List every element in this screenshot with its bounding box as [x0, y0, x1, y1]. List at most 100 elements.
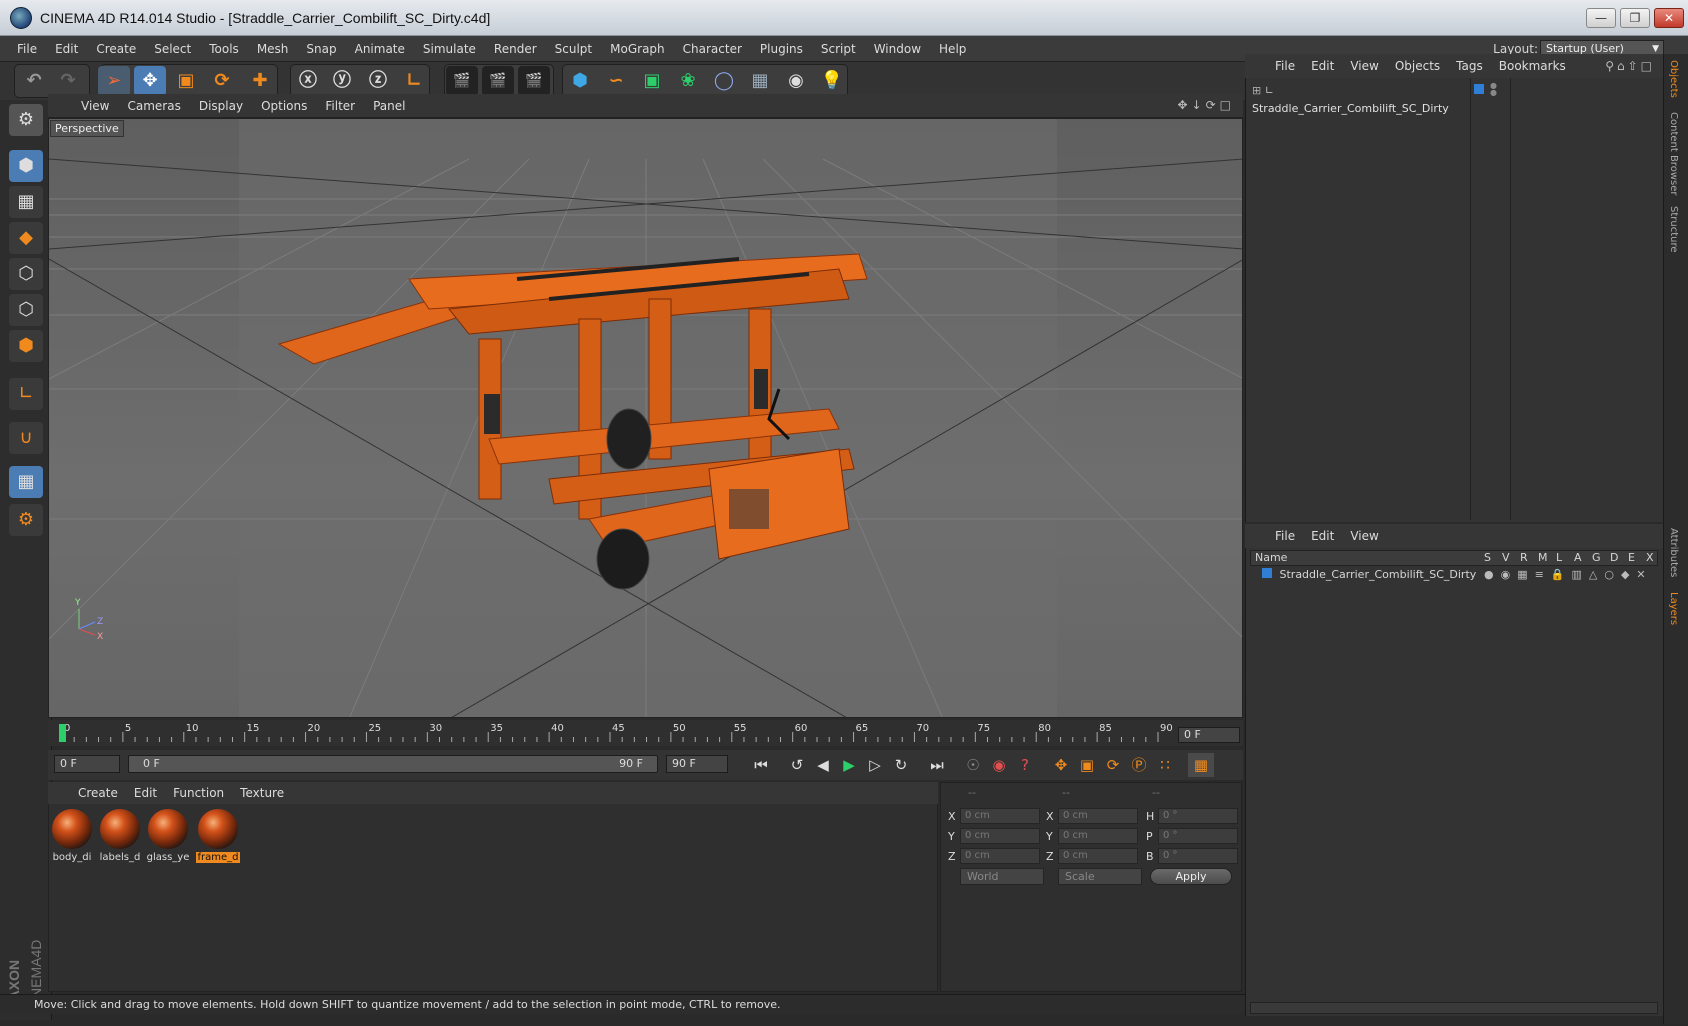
- soft-selection-icon[interactable]: ⚙: [9, 504, 43, 536]
- tab-content-browser[interactable]: Content Browser: [1668, 112, 1679, 195]
- light-object-icon[interactable]: 💡: [816, 66, 848, 96]
- size-mode-select[interactable]: Scale: [1058, 868, 1142, 885]
- apply-button[interactable]: Apply: [1150, 868, 1232, 885]
- objects-menu-file[interactable]: File: [1267, 59, 1303, 73]
- menu-script[interactable]: Script: [812, 36, 865, 62]
- render-settings-icon[interactable]: 🎬: [518, 66, 550, 96]
- material-menu-function[interactable]: Function: [165, 786, 232, 800]
- expand-icon[interactable]: ⊞: [1252, 84, 1261, 97]
- previous-key-icon[interactable]: ↺: [784, 753, 810, 777]
- viewport-menu-options[interactable]: Options: [252, 99, 316, 113]
- size-x-field[interactable]: 0 cm: [1058, 808, 1138, 824]
- objects-menu-tags[interactable]: Tags: [1448, 59, 1491, 73]
- end-frame-field[interactable]: 90 F: [666, 755, 728, 773]
- z-axis-lock-icon[interactable]: ⓩ: [362, 66, 394, 96]
- tab-structure[interactable]: Structure: [1668, 206, 1679, 253]
- snap-icon[interactable]: ∪: [9, 422, 43, 454]
- size-y-field[interactable]: 0 cm: [1058, 828, 1138, 844]
- material-menu-create[interactable]: Create: [70, 786, 126, 800]
- point-level-animation-icon[interactable]: ∷: [1152, 753, 1178, 777]
- menu-tools[interactable]: Tools: [200, 36, 248, 62]
- menu-edit[interactable]: Edit: [46, 36, 87, 62]
- menu-window[interactable]: Window: [865, 36, 930, 62]
- visibility-dots-icon[interactable]: ● ●: [1490, 82, 1497, 97]
- points-mode-icon[interactable]: ⬡: [9, 258, 43, 290]
- layer-color-tag[interactable]: [1474, 84, 1484, 94]
- layer-col-s[interactable]: S: [1484, 551, 1491, 565]
- tab-objects[interactable]: Objects: [1668, 60, 1679, 98]
- object-tree-item[interactable]: ⊞ ∟ Straddle_Carrier_Combilift_SC_Dirty: [1252, 82, 1472, 115]
- texture-mode-icon[interactable]: ▦: [9, 186, 43, 218]
- coordinate-system-icon[interactable]: ∟: [398, 66, 430, 96]
- layer-col-d[interactable]: D: [1610, 551, 1618, 565]
- position-z-field[interactable]: 0 cm: [960, 848, 1040, 864]
- menu-sculpt[interactable]: Sculpt: [546, 36, 601, 62]
- start-frame-field[interactable]: 0 F: [54, 755, 120, 773]
- rotation-h-field[interactable]: 0 °: [1158, 808, 1238, 824]
- x-axis-lock-icon[interactable]: ⓧ: [292, 66, 324, 96]
- coordinate-system-select[interactable]: World: [960, 868, 1044, 885]
- axis-mode-icon[interactable]: ∟: [9, 378, 43, 410]
- menu-help[interactable]: Help: [930, 36, 975, 62]
- menu-create[interactable]: Create: [87, 36, 145, 62]
- menu-animate[interactable]: Animate: [346, 36, 414, 62]
- edges-mode-icon[interactable]: ⬡: [9, 294, 43, 326]
- next-frame-icon[interactable]: ▷: [862, 753, 888, 777]
- timeline-ruler[interactable]: 0 5 10 15 20 25 30 35 40 45 50 55 60 65 70 75 80 85 90: [48, 720, 1243, 746]
- close-button[interactable]: ✕: [1654, 8, 1684, 28]
- layer-col-g[interactable]: G: [1592, 551, 1601, 565]
- layer-col-a[interactable]: A: [1574, 551, 1582, 565]
- recent-tool-icon[interactable]: ✚: [244, 66, 276, 96]
- scale-key-icon[interactable]: ▣: [1074, 753, 1100, 777]
- parameter-key-icon[interactable]: Ⓟ: [1126, 753, 1152, 777]
- objects-menu-view[interactable]: View: [1342, 59, 1386, 73]
- live-selection-icon[interactable]: ➢: [98, 66, 130, 96]
- model-mode-icon[interactable]: ⬢: [9, 150, 43, 182]
- position-x-field[interactable]: 0 cm: [960, 808, 1040, 824]
- play-icon[interactable]: ▶: [836, 753, 862, 777]
- menu-simulate[interactable]: Simulate: [414, 36, 485, 62]
- deformer-icon[interactable]: ◯: [708, 66, 740, 96]
- rotate-tool-icon[interactable]: ⟳: [206, 66, 238, 96]
- make-editable-icon[interactable]: ⚙: [9, 104, 43, 136]
- layer-name-header[interactable]: Name: [1255, 551, 1287, 565]
- menu-plugins[interactable]: Plugins: [751, 36, 812, 62]
- menu-select[interactable]: Select: [145, 36, 200, 62]
- cube-object-icon[interactable]: ⬢: [564, 66, 596, 96]
- move-tool-icon[interactable]: ✥: [134, 66, 166, 96]
- objects-menu-bookmarks[interactable]: Bookmarks: [1491, 59, 1574, 73]
- autokey-icon[interactable]: ◉: [986, 753, 1012, 777]
- material-menu-texture[interactable]: Texture: [232, 786, 292, 800]
- material-swatch[interactable]: glass_ye: [146, 808, 190, 864]
- menu-mograph[interactable]: MoGraph: [601, 36, 674, 62]
- menu-render[interactable]: Render: [485, 36, 546, 62]
- render-view-icon[interactable]: 🎬: [446, 66, 478, 96]
- workplane-lock-icon[interactable]: ▦: [9, 466, 43, 498]
- material-swatch-selected[interactable]: frame_d: [196, 808, 240, 864]
- horizontal-scrollbar[interactable]: [1250, 1002, 1658, 1014]
- objects-menu-objects[interactable]: Objects: [1387, 59, 1448, 73]
- keyframe-selection-icon[interactable]: ?: [1012, 753, 1038, 777]
- position-y-field[interactable]: 0 cm: [960, 828, 1040, 844]
- material-swatch[interactable]: labels_d: [98, 808, 142, 864]
- layer-col-l[interactable]: L: [1556, 551, 1562, 565]
- layer-toggle-icons[interactable]: ●◉▦≡🔒▥△○◆✕: [1484, 566, 1653, 584]
- floor-object-icon[interactable]: ▦: [744, 66, 776, 96]
- previous-frame-icon[interactable]: ◀: [810, 753, 836, 777]
- restore-button[interactable]: ❐: [1620, 8, 1650, 28]
- viewport-nav-icons[interactable]: ✥↓⟳□: [1177, 98, 1235, 112]
- layer-row[interactable]: Straddle_Carrier_Combilift_SC_Dirty ●◉▦≡…: [1262, 566, 1662, 584]
- minimize-button[interactable]: —: [1586, 8, 1616, 28]
- render-picture-viewer-icon[interactable]: 🎬: [482, 66, 514, 96]
- rotation-p-field[interactable]: 0 °: [1158, 828, 1238, 844]
- current-frame-field[interactable]: 0 F: [1178, 727, 1240, 743]
- layer-col-e[interactable]: E: [1628, 551, 1635, 565]
- rotation-key-icon[interactable]: ⟳: [1100, 753, 1126, 777]
- record-keys-icon[interactable]: ☉: [960, 753, 986, 777]
- tab-attributes[interactable]: Attributes: [1668, 528, 1679, 577]
- workplane-mode-icon[interactable]: ◆: [9, 222, 43, 254]
- viewport-menu-panel[interactable]: Panel: [364, 99, 414, 113]
- redo-icon[interactable]: ↷: [52, 66, 84, 96]
- viewport-menu-cameras[interactable]: Cameras: [118, 99, 189, 113]
- timeline-window-icon[interactable]: ▦: [1188, 753, 1214, 777]
